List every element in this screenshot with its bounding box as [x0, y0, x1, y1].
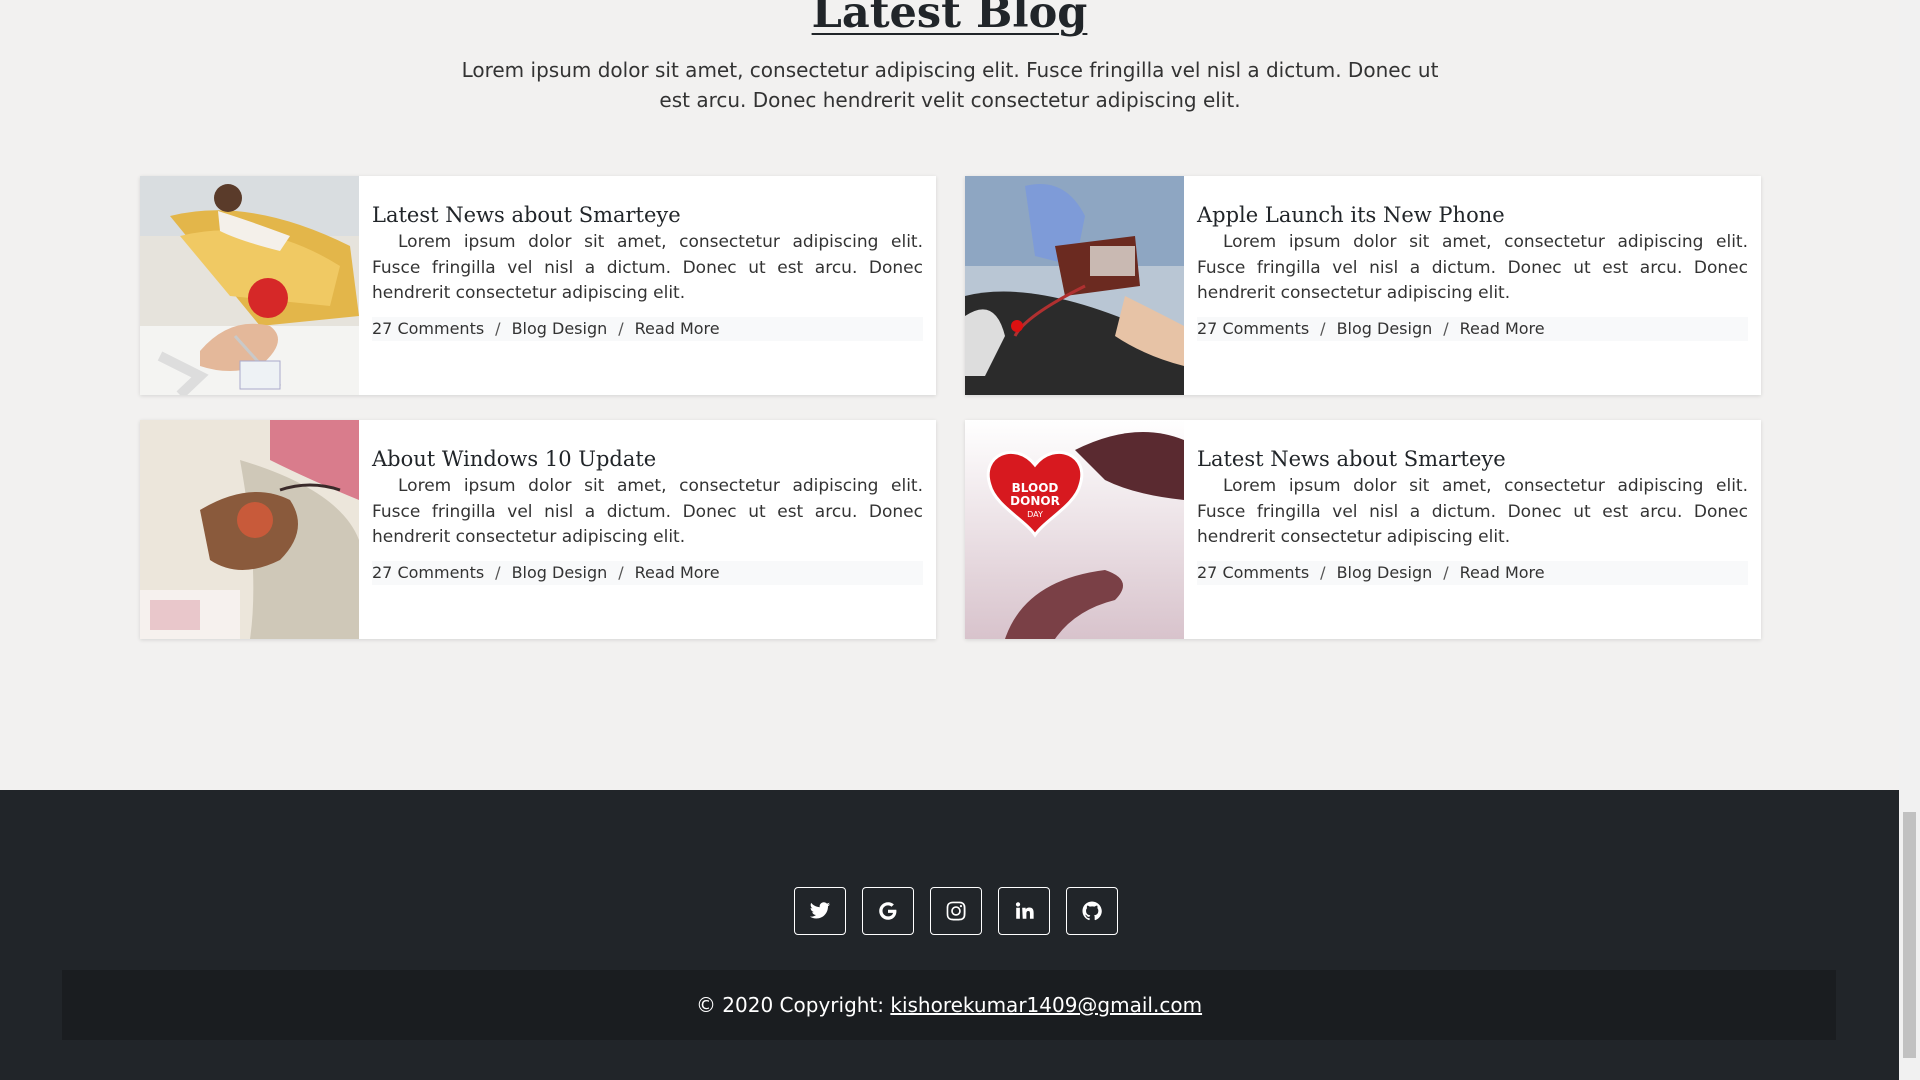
- post-meta: 27 Comments / Blog Design / Read More: [372, 560, 923, 585]
- post-title[interactable]: Latest News about Smarteye: [1197, 446, 1748, 472]
- post-image: [140, 420, 359, 639]
- github-icon: [1081, 901, 1102, 921]
- scrollbar-thumb[interactable]: [1903, 812, 1916, 1058]
- comments-link[interactable]: 27 Comments: [1197, 319, 1309, 338]
- blood-bag-gloved-hand-photo: [965, 176, 1184, 395]
- meta-separator: /: [1320, 562, 1326, 582]
- category-link[interactable]: Blog Design: [512, 563, 608, 582]
- post-title[interactable]: Latest News about Smarteye: [372, 202, 923, 228]
- meta-separator: /: [1443, 562, 1449, 582]
- meta-separator: /: [618, 318, 624, 338]
- post-body: About Windows 10 Update Lorem ipsum dolo…: [372, 446, 923, 585]
- post-title[interactable]: About Windows 10 Update: [372, 446, 923, 472]
- svg-text:BLOOD: BLOOD: [1012, 481, 1059, 495]
- read-more-link[interactable]: Read More: [635, 319, 720, 338]
- linkedin-icon: [1015, 902, 1034, 919]
- section-title: Latest Blog: [811, 0, 1088, 38]
- post-body: Latest News about Smarteye Lorem ipsum d…: [372, 202, 923, 341]
- post-body: Apple Launch its New Phone Lorem ipsum d…: [1197, 202, 1748, 341]
- hand-squeeze-ball-photo: [140, 420, 359, 639]
- category-link[interactable]: Blog Design: [1337, 563, 1433, 582]
- svg-text:DONOR: DONOR: [1010, 494, 1060, 508]
- vertical-scrollbar[interactable]: [1899, 0, 1920, 1080]
- read-more-link[interactable]: Read More: [635, 563, 720, 582]
- blood-donor-day-heart-photo: BLOOD DONOR DAY: [965, 420, 1184, 639]
- post-image: [140, 176, 359, 395]
- post-excerpt: Lorem ipsum dolor sit amet, consectetur …: [372, 476, 923, 547]
- meta-separator: /: [1320, 318, 1326, 338]
- blog-card: Apple Launch its New Phone Lorem ipsum d…: [965, 176, 1761, 395]
- copyright-email-link[interactable]: kishorekumar1409@gmail.com: [890, 993, 1202, 1017]
- comments-link[interactable]: 27 Comments: [372, 319, 484, 338]
- post-excerpt: Lorem ipsum dolor sit amet, consectetur …: [1197, 476, 1748, 547]
- github-button[interactable]: [1065, 887, 1118, 935]
- meta-separator: /: [1443, 318, 1449, 338]
- read-more-link[interactable]: Read More: [1460, 319, 1545, 338]
- comments-link[interactable]: 27 Comments: [1197, 563, 1309, 582]
- category-link[interactable]: Blog Design: [1337, 319, 1433, 338]
- read-more-link[interactable]: Read More: [1460, 563, 1545, 582]
- blog-card: About Windows 10 Update Lorem ipsum dolo…: [140, 420, 936, 639]
- post-excerpt: Lorem ipsum dolor sit amet, consectetur …: [1197, 232, 1748, 303]
- blog-card: Latest News about Smarteye Lorem ipsum d…: [140, 176, 936, 395]
- page: Latest Blog Lorem ipsum dolor sit amet, …: [0, 0, 1899, 1080]
- social-links: [0, 887, 1899, 935]
- instagram-button[interactable]: [929, 887, 982, 935]
- meta-separator: /: [495, 562, 501, 582]
- post-meta: 27 Comments / Blog Design / Read More: [1197, 316, 1748, 341]
- post-image: [965, 176, 1184, 395]
- post-title[interactable]: Apple Launch its New Phone: [1197, 202, 1748, 228]
- blog-card: BLOOD DONOR DAY Latest News about Smarte…: [965, 420, 1761, 639]
- post-meta: 27 Comments / Blog Design / Read More: [372, 316, 923, 341]
- post-meta: 27 Comments / Blog Design / Read More: [1197, 560, 1748, 585]
- instagram-icon: [946, 901, 966, 921]
- latest-blog-section: Latest Blog Lorem ipsum dolor sit amet, …: [0, 0, 1899, 790]
- post-excerpt: Lorem ipsum dolor sit amet, consectetur …: [372, 232, 923, 303]
- post-image: BLOOD DONOR DAY: [965, 420, 1184, 639]
- meta-separator: /: [618, 562, 624, 582]
- category-link[interactable]: Blog Design: [512, 319, 608, 338]
- post-body: Latest News about Smarteye Lorem ipsum d…: [1197, 446, 1748, 585]
- twitter-button[interactable]: [793, 887, 846, 935]
- copyright-text: © 2020 Copyright:: [695, 993, 891, 1017]
- copyright-bar: © 2020 Copyright: kishorekumar1409@gmail…: [62, 970, 1836, 1040]
- blood-donation-chair-photo: [140, 176, 359, 395]
- twitter-icon: [809, 902, 830, 919]
- svg-text:DAY: DAY: [1027, 510, 1043, 519]
- footer: © 2020 Copyright: kishorekumar1409@gmail…: [0, 790, 1899, 1080]
- comments-link[interactable]: 27 Comments: [372, 563, 484, 582]
- meta-separator: /: [495, 318, 501, 338]
- google-icon: [878, 902, 896, 920]
- linkedin-button[interactable]: [997, 887, 1050, 935]
- google-button[interactable]: [861, 887, 914, 935]
- section-intro: Lorem ipsum dolor sit amet, consectetur …: [461, 58, 1439, 112]
